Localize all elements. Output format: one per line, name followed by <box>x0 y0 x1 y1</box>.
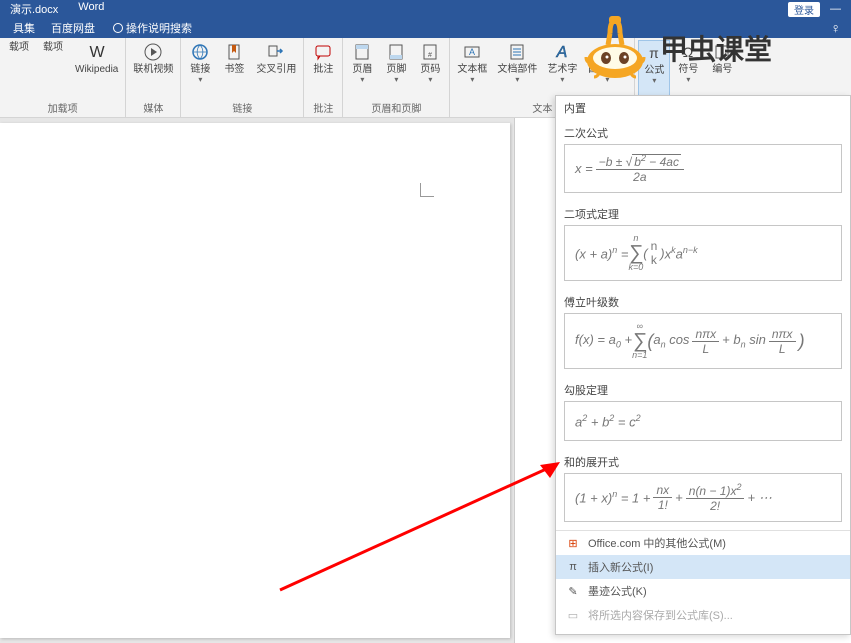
office-icon: ⊞ <box>566 536 580 550</box>
chevron-down-icon: ▾ <box>198 75 202 84</box>
tell-me-search[interactable]: 操作说明搜索 <box>113 20 192 36</box>
wordart-button[interactable]: A 艺术字 ▾ <box>543 40 581 99</box>
chevron-down-icon: ▾ <box>515 75 519 84</box>
document-page[interactable] <box>0 123 510 638</box>
crossref-button[interactable]: 交叉引用 <box>252 40 300 99</box>
wikipedia-icon: W <box>87 42 107 62</box>
menu-insert-new-equation[interactable]: π 插入新公式(I) <box>556 555 850 579</box>
footer-button[interactable]: 页脚 ▾ <box>380 40 412 99</box>
group-label-addins: 加载项 <box>3 99 122 115</box>
document-area <box>0 118 515 643</box>
eq-expansion[interactable]: (1 + x)n = 1 + nx1! + n(n − 1)x22! + ⋯ <box>564 473 842 522</box>
online-video-button[interactable]: 联机视频 <box>129 40 177 99</box>
header-icon <box>352 42 372 62</box>
link-button[interactable]: 链接 ▾ <box>184 40 216 99</box>
svg-text:A: A <box>556 44 568 61</box>
eq-section-title: 二项式定理 <box>564 203 842 225</box>
eq-quadratic[interactable]: x = −b ± √b2 − 4ac2a <box>564 144 842 193</box>
eq-fourier[interactable]: f(x) = a0 + ∞∑n=1 ( an cosnπxL + bn sinn… <box>564 313 842 369</box>
watermark-logo: 甲虫课堂 <box>580 5 840 90</box>
addin-button-2[interactable]: 载项 <box>37 40 69 99</box>
svg-text:#: # <box>428 52 432 59</box>
group-label-headerfooter: 页眉和页脚 <box>346 99 446 115</box>
eq-binomial[interactable]: (x + a)n = n∑k=0 (nk) xkan−k <box>564 225 842 281</box>
textbox-button[interactable]: A 文本框 ▾ <box>453 40 491 99</box>
textbox-icon: A <box>462 42 482 62</box>
svg-text:W: W <box>89 44 105 61</box>
wordart-icon: A <box>552 42 572 62</box>
eq-section-title: 傅立叶级数 <box>564 291 842 313</box>
watermark-text: 甲虫课堂 <box>660 28 772 68</box>
header-button[interactable]: 页眉 ▾ <box>346 40 378 99</box>
group-media: 联机视频 媒体 <box>126 38 181 117</box>
equation-dropdown-panel: 内置 二次公式 x = −b ± √b2 − 4ac2a 二项式定理 (x + … <box>555 95 851 635</box>
chevron-down-icon: ▾ <box>360 75 364 84</box>
tab-baidu[interactable]: 百度网盘 <box>43 20 103 36</box>
eq-section-title: 二次公式 <box>564 122 842 144</box>
comment-button[interactable]: 批注 <box>307 40 339 99</box>
chevron-down-icon: ▾ <box>470 75 474 84</box>
pagenum-icon: # <box>420 42 440 62</box>
group-header-footer: 页眉 ▾ 页脚 ▾ # 页码 ▾ 页眉和页脚 <box>343 38 450 117</box>
footer-icon <box>386 42 406 62</box>
group-links: 链接 ▾ 书签 交叉引用 链接 <box>181 38 304 117</box>
pagenum-button[interactable]: # 页码 ▾ <box>414 40 446 99</box>
crossref-icon <box>266 42 286 62</box>
video-icon <box>143 42 163 62</box>
group-label-links: 链接 <box>184 99 300 115</box>
group-comments: 批注 批注 <box>304 38 343 117</box>
save-icon: ▭ <box>566 608 580 622</box>
eq-menu-footer: ⊞ Office.com 中的其他公式(M) π 插入新公式(I) ✎ 墨迹公式… <box>556 530 850 627</box>
eq-pythagorean[interactable]: a2 + b2 = c2 <box>564 401 842 441</box>
eq-section-title: 勾股定理 <box>564 379 842 401</box>
cursor-position <box>420 183 434 197</box>
menu-office-more[interactable]: ⊞ Office.com 中的其他公式(M) <box>556 531 850 555</box>
tab-toolset[interactable]: 具集 <box>5 20 43 36</box>
eq-section-title: 和的展开式 <box>564 451 842 473</box>
parts-button[interactable]: 文档部件 ▾ <box>493 40 541 99</box>
bookmark-icon <box>224 42 244 62</box>
parts-icon <box>507 42 527 62</box>
comment-icon <box>313 42 333 62</box>
group-label-comments: 批注 <box>307 99 339 115</box>
beetle-mascot-icon <box>580 13 650 83</box>
chevron-down-icon: ▾ <box>394 75 398 84</box>
chevron-down-icon: ▾ <box>428 75 432 84</box>
wikipedia-button[interactable]: W Wikipedia <box>71 40 122 99</box>
svg-text:A: A <box>469 47 475 57</box>
chevron-down-icon: ▾ <box>560 75 564 84</box>
pi-icon: π <box>566 560 580 574</box>
doc-title: 演示.docx <box>10 1 58 17</box>
group-addins: 载项 载项 W Wikipedia 加载项 <box>0 38 126 117</box>
menu-ink-equation[interactable]: ✎ 墨迹公式(K) <box>556 579 850 603</box>
builtin-header: 内置 <box>556 96 850 120</box>
addin-button-1[interactable]: 载项 <box>3 40 35 99</box>
app-name: Word <box>78 1 104 17</box>
pen-icon: ✎ <box>566 584 580 598</box>
group-label-media: 媒体 <box>129 99 177 115</box>
bookmark-button[interactable]: 书签 <box>218 40 250 99</box>
menu-save-selection: ▭ 将所选内容保存到公式库(S)... <box>556 603 850 627</box>
link-icon <box>190 42 210 62</box>
bulb-icon <box>113 23 123 33</box>
